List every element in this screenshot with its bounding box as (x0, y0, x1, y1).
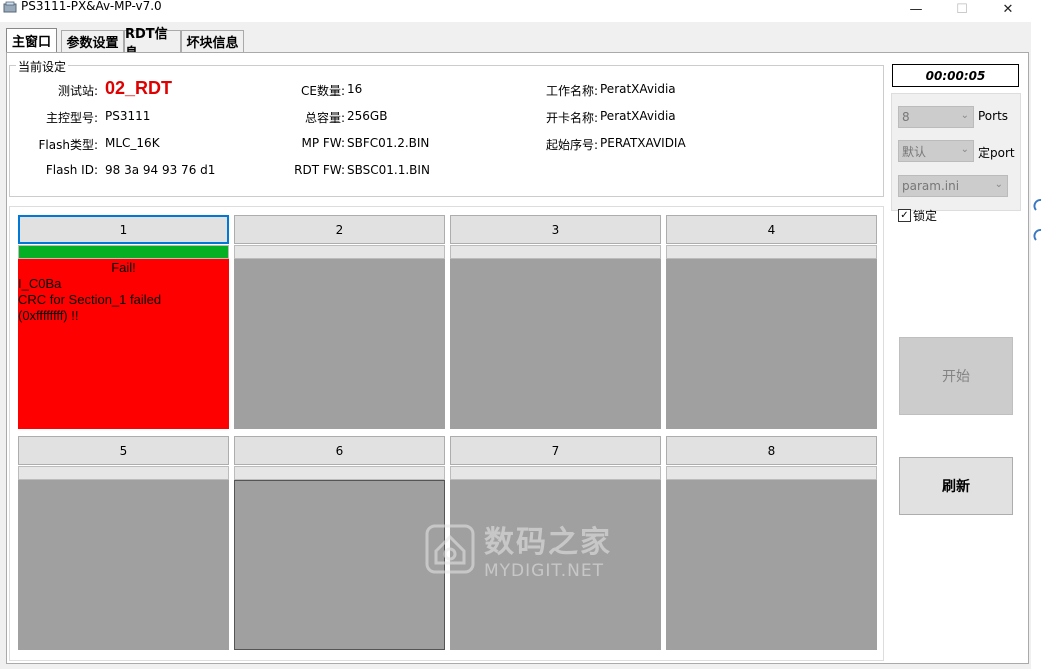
main-window: PS3111-PX&Av-MP-v7.0 — ☐ ✕ 主窗口 参数设置 RDT信… (0, 0, 1043, 669)
lock-label: 锁定 (913, 209, 938, 223)
port-3-progress (450, 245, 661, 259)
port-4-progress (666, 245, 877, 259)
start-button[interactable]: 开始 (899, 337, 1013, 415)
chevron-down-icon: ⌄ (960, 110, 969, 121)
maximize-icon: ☐ (956, 1, 968, 17)
rdt-fw-value: SBSC01.1.BIN (347, 163, 430, 177)
app-icon (3, 1, 17, 13)
card-name-label: 开卡名称: (545, 111, 598, 125)
tab-bad-block-info[interactable]: 坏块信息 (181, 30, 244, 52)
port-mode-select[interactable]: 默认 ⌄ (898, 140, 974, 162)
lock-checkbox[interactable]: ✓ 锁定 (898, 207, 937, 224)
card-name-value: PeratXAvidia (600, 109, 676, 123)
watermark-cn: 数码之家 (484, 525, 612, 560)
minimize-button[interactable]: — (893, 0, 939, 18)
start-serial-label: 起始序号: (545, 138, 598, 152)
mp-fw-label: MP FW: (301, 136, 345, 150)
port-1-button[interactable]: 1 (18, 215, 229, 244)
station-value: 02_RDT (105, 78, 173, 98)
background-window-edge (1031, 22, 1043, 669)
port-1-log-line: I_C0Ba (18, 276, 62, 291)
ce-count-label: CE数量: (300, 84, 345, 98)
rdt-fw-label: RDT FW: (294, 163, 345, 177)
watermark-en: MYDIGIT.NET (484, 561, 604, 581)
port-5-progress (18, 466, 229, 480)
port-7-button[interactable]: 7 (450, 436, 661, 465)
port-4-button[interactable]: 4 (666, 215, 877, 244)
port-mode-value: 默认 (902, 144, 927, 159)
port-6-progress (234, 466, 445, 480)
ports-group: 1 Fail! I_C0Ba CRC for Section_1 failed … (9, 206, 884, 661)
flash-type-label: Flash类型: (38, 138, 99, 152)
close-button[interactable]: ✕ (985, 0, 1031, 18)
controller-label: 主控型号: (45, 111, 98, 125)
minimize-icon: — (909, 1, 923, 17)
param-file-value: param.ini (902, 179, 960, 193)
maximize-button[interactable]: ☐ (939, 0, 985, 18)
port-5-status-panel (18, 480, 229, 650)
flash-id-value: 98 3a 94 93 76 d1 (105, 163, 216, 177)
port-8-button[interactable]: 8 (666, 436, 877, 465)
current-settings-group: 当前设定 测试站: 02_RDT 主控型号: PS3111 Flash类型: M… (9, 58, 884, 197)
ports-label: Ports (978, 109, 1009, 123)
port-1-progress (18, 245, 229, 259)
port-2-button[interactable]: 2 (234, 215, 445, 244)
chevron-down-icon: ⌄ (960, 144, 969, 155)
house-logo-icon (425, 524, 475, 574)
tab-main[interactable]: 主窗口 (6, 28, 57, 52)
port-8-status-panel (666, 480, 877, 650)
ports-count-select[interactable]: 8 ⌄ (898, 106, 974, 128)
port-8-progress (666, 466, 877, 480)
refresh-button[interactable]: 刷新 (899, 457, 1013, 515)
watermark: 数码之家 MYDIGIT.NET (424, 517, 612, 581)
port-7-progress (450, 466, 661, 480)
tab-rdt-info[interactable]: RDT信息 (124, 27, 181, 61)
capacity-label: 总容量: (304, 111, 345, 125)
flash-id-label: Flash ID: (45, 163, 98, 177)
title-bar[interactable]: PS3111-PX&Av-MP-v7.0 — ☐ ✕ (0, 0, 1043, 22)
elapsed-timer: 00:00:05 (892, 64, 1019, 87)
checkmark-icon: ✓ (898, 209, 911, 222)
capacity-value: 256GB (347, 109, 388, 123)
port-3-status-panel (450, 259, 661, 429)
port-1-log-line: (0xffffffff) !! (18, 308, 79, 323)
port-1-log-line: CRC for Section_1 failed (18, 292, 162, 307)
work-name-label: 工作名称: (545, 84, 598, 98)
station-label: 测试站: (57, 84, 98, 98)
port-1-progress-fill (19, 246, 228, 258)
port-2-status-panel (234, 259, 445, 429)
param-file-select[interactable]: param.ini ⌄ (898, 175, 1008, 197)
ce-count-value: 16 (347, 82, 363, 96)
mp-fw-value: SBFC01.2.BIN (347, 136, 430, 150)
port-4-status-panel (666, 259, 877, 429)
start-serial-value: PERATXAVIDIA (600, 136, 686, 150)
window-title: PS3111-PX&Av-MP-v7.0 (21, 0, 162, 13)
port-3-button[interactable]: 3 (450, 215, 661, 244)
port-config-group: 8 ⌄ Ports 默认 ⌄ 定port param.ini ⌄ (891, 93, 1021, 211)
close-icon: ✕ (1002, 1, 1014, 17)
port-mode-label: 定port (978, 146, 1015, 160)
refresh-icon (1033, 199, 1042, 241)
chevron-down-icon: ⌄ (994, 179, 1003, 190)
port-1-status: Fail! (111, 260, 136, 275)
port-1-status-panel: Fail! I_C0Ba CRC for Section_1 failed (0… (18, 259, 229, 429)
port-2-progress (234, 245, 445, 259)
controller-value: PS3111 (105, 109, 151, 123)
port-5-button[interactable]: 5 (18, 436, 229, 465)
current-settings-title: 当前设定 (16, 58, 69, 75)
port-6-status-panel (234, 480, 445, 650)
ports-count-value: 8 (902, 110, 910, 124)
port-6-button[interactable]: 6 (234, 436, 445, 465)
tab-params[interactable]: 参数设置 (61, 30, 124, 52)
watermark-text: 数码之家 MYDIGIT.NET (484, 517, 612, 581)
work-name-value: PeratXAvidia (600, 82, 676, 96)
flash-type-value: MLC_16K (105, 136, 160, 150)
